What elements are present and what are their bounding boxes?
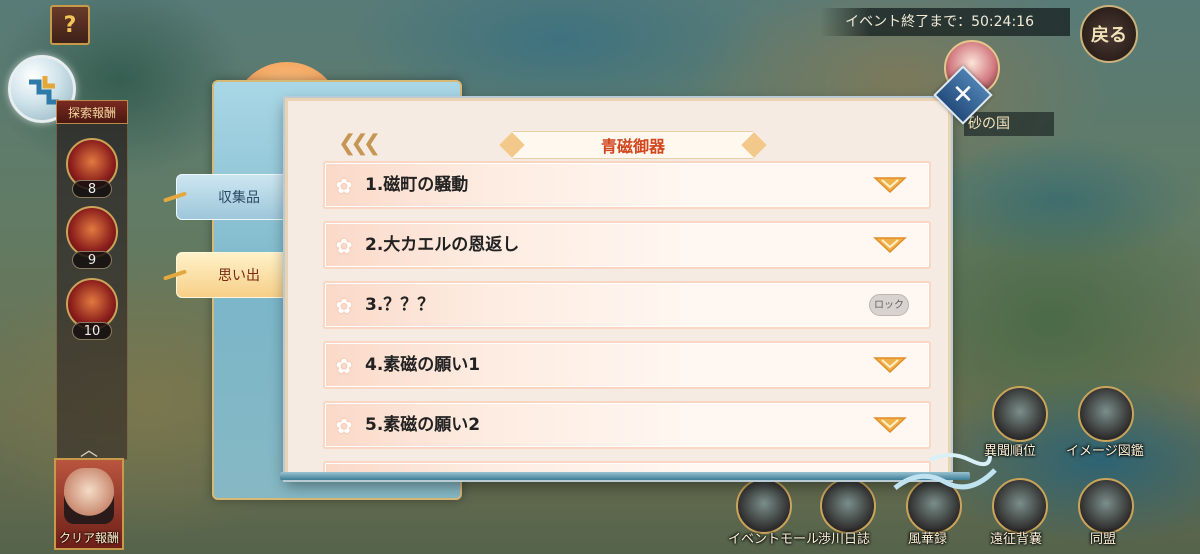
reward-count-3: 10 [72,322,112,340]
region-label: 砂の国 [964,112,1054,136]
dialog-title: 青磁御器 [600,137,665,156]
memory-item-label: 1.磁町の騒動 [365,175,469,195]
dialog-title-plate: 青磁御器 [513,131,753,159]
memory-item-label: 2.大カエルの恩返し [365,235,520,255]
clear-reward-label: クリア報酬 [58,531,119,545]
menu-label-book: 風華録 [908,532,948,547]
back-arrows-icon[interactable]: ❮❮❮ [338,131,381,156]
menu-label-alliance: 同盟 [1090,532,1117,547]
exploration-reward-title: 探索報酬 [56,100,128,124]
menu-label-shop: イベントモール [728,532,820,547]
flower-icon: ✿ [335,174,353,198]
bag-icon[interactable] [992,478,1048,534]
flower-icon: ✿ [335,414,353,438]
memory-item-label: 4.素磁の願い1 [365,355,481,375]
menu-label-gallery: イメージ図鑑 [1066,444,1144,459]
ranking-icon[interactable] [992,386,1048,442]
journal-icon[interactable] [820,478,876,534]
event-timer: イベント終了まで：50:24:16 [820,8,1070,36]
chevron-down-icon[interactable] [873,416,907,434]
character-portrait-icon [64,468,114,524]
reward-count-2: 9 [72,251,112,269]
dialog-bottom-bar [280,472,970,480]
flower-icon: ✿ [335,354,353,378]
memory-item-3[interactable]: ✿ 3.？？？ ロック [323,281,931,329]
chevron-down-icon[interactable] [873,356,907,374]
tab-collection[interactable]: 収集品 [162,174,284,220]
menu-label-journal: 渉川日誌 [818,532,871,547]
close-icon: ✕ [952,80,974,110]
tab-memories[interactable]: 思い出 [162,252,284,298]
tab-memories-label: 思い出 [218,268,260,284]
memory-item-5[interactable]: ✿ 5.素磁の願い2 [323,401,931,449]
memory-item-label: 3.？？？ [365,295,435,315]
flower-icon: ✿ [335,234,353,258]
sword-icon[interactable] [1078,478,1134,534]
memory-item-1[interactable]: ✿ 1.磁町の騒動 [323,161,931,209]
clear-reward-button[interactable]: クリア報酬 [54,458,124,550]
reward-count-1: 8 [72,180,112,198]
menu-label-bag: 遠征背嚢 [990,532,1043,547]
flower-icon: ✿ [335,294,353,318]
back-button[interactable]: 戻る [1080,5,1138,63]
memory-item-4[interactable]: ✿ 4.素磁の願い1 [323,341,931,389]
memory-item-label: 5.素磁の願い2 [365,415,481,435]
shop-icon[interactable] [736,478,792,534]
memory-item-2[interactable]: ✿ 2.大カエルの恩返し [323,221,931,269]
tab-collection-label: 収集品 [218,190,260,206]
lock-icon: ロック [869,294,909,316]
chevron-down-icon[interactable] [873,176,907,194]
memories-dialog: ❮❮❮ 青磁御器 ✿ 1.磁町の騒動 ✿ 2.大カエルの恩返し ✿ 3.？？？ … [283,96,953,482]
help-button[interactable]: ? [50,5,90,45]
wave-decoration-icon [893,453,997,490]
scroll-icon[interactable] [1078,386,1134,442]
chevron-down-icon[interactable] [873,236,907,254]
